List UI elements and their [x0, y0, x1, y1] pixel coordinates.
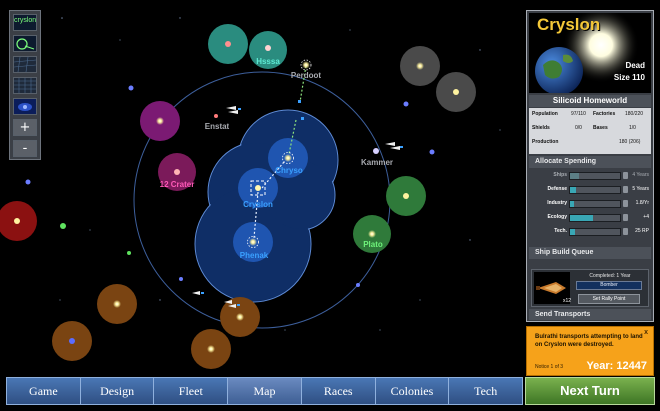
notice-close-button[interactable]: x — [644, 329, 648, 336]
system-label-cryslon: Cryslon — [243, 200, 273, 209]
alloc-label: Ecology — [547, 214, 567, 220]
ship-count: x12 — [563, 298, 572, 304]
nav-tech[interactable]: Tech — [448, 377, 524, 405]
stat-population-value: 97/110 — [571, 111, 586, 117]
stat-factories-label: Factories — [593, 111, 616, 117]
year-display: Year: 12447 — [586, 360, 647, 372]
system-label-enstat: Enstat — [205, 122, 230, 131]
nav-colonies[interactable]: Colonies — [374, 377, 449, 405]
notice-text: Bulrathi transports attempting to land o… — [535, 334, 643, 348]
next-turn-button[interactable]: Next Turn — [525, 377, 655, 405]
lock-icon[interactable] — [623, 228, 628, 235]
notice-count[interactable]: Notice 1 of 3 — [535, 364, 563, 370]
alloc-slider[interactable] — [569, 228, 621, 236]
alloc-row-defense[interactable]: Defense 5 Years — [531, 185, 649, 195]
alloc-slider[interactable] — [569, 172, 621, 180]
alloc-value: 1.8/Yr — [635, 200, 649, 206]
ship-image[interactable]: x12 — [534, 272, 572, 304]
allocate-spending-header: Allocate Spending — [529, 156, 651, 168]
grid-icon — [13, 56, 37, 73]
ship-build-queue-header: Ship Build Queue — [529, 247, 651, 259]
alloc-value: 4 Years — [632, 172, 649, 178]
fleet-marker — [301, 117, 304, 120]
system-label-hsssa: Hsssa — [256, 57, 280, 66]
alloc-label: Ships — [553, 172, 567, 178]
tool-grid[interactable] — [13, 56, 37, 73]
planet-type: Silicoid Homeworld — [529, 95, 651, 107]
tool-ship-range[interactable] — [13, 35, 37, 52]
system-label-chryso: Chryso — [275, 166, 303, 175]
nav-map[interactable]: Map — [227, 377, 301, 405]
ship-build-box: x12 Completed: 1 Year Bomber Set Rally P… — [531, 269, 649, 307]
stat-bases-label: Bases — [593, 125, 608, 131]
main-nav: Game Design Fleet Map Races Colonies Tec… — [6, 377, 524, 405]
send-transports-button[interactable]: Send Transports — [529, 309, 651, 320]
zoom-in-button[interactable]: + — [13, 119, 37, 136]
lock-icon[interactable] — [623, 200, 628, 207]
stat-factories-value: 180/220 — [625, 111, 644, 117]
alloc-label: Defense — [547, 186, 567, 192]
lock-icon[interactable] — [623, 172, 628, 179]
notice-box: x Bulrathi transports attempting to land… — [526, 326, 654, 376]
alloc-value: +4 — [643, 214, 649, 220]
system-label-plato: Plato — [363, 240, 383, 249]
lock-icon[interactable] — [623, 214, 628, 221]
alloc-row-ships[interactable]: Ships 4 Years — [531, 171, 649, 181]
nav-races[interactable]: Races — [300, 377, 375, 405]
nav-design[interactable]: Design — [79, 377, 154, 405]
stat-bases-value: 1/0 — [629, 125, 636, 131]
planet-size: Size 110 — [613, 73, 645, 82]
fleet-marker — [298, 100, 301, 103]
build-completed: Completed: 1 Year — [589, 273, 631, 279]
tool-grid-dense[interactable] — [13, 77, 37, 94]
tool-planet-name[interactable]: cryslon — [13, 14, 37, 31]
grid-dense-icon — [14, 78, 36, 93]
system-label-perdoot: Perdoot — [291, 71, 322, 80]
alloc-slider[interactable] — [569, 214, 621, 222]
planet-name: Cryslon — [537, 15, 601, 34]
alloc-value: 25 RP — [635, 228, 649, 234]
tool-galaxy-view[interactable] — [13, 98, 37, 115]
range-icon — [16, 38, 35, 50]
stat-production-value: 180 (206) — [619, 139, 641, 145]
planet-panel: Cryslon Dead Size 110 Silicoid Homeworld… — [526, 10, 654, 322]
stat-shields-label: Shields — [532, 125, 550, 131]
nav-game[interactable]: Game — [6, 377, 80, 405]
alloc-row-tech[interactable]: Tech. 25 RP — [531, 227, 649, 237]
planet-view: Cryslon Dead Size 110 — [529, 13, 651, 93]
map-tool-column: cryslon + - — [9, 10, 41, 160]
planet-status: Dead — [625, 61, 645, 70]
alloc-label: Tech. — [554, 228, 567, 234]
system-label-kammer: Kammer — [361, 158, 393, 167]
planet-stats: Population 97/110 Factories 180/220 Shie… — [529, 108, 651, 154]
galaxy-icon — [18, 103, 32, 111]
stat-shields-value: 0/0 — [575, 125, 582, 131]
stat-population-label: Population — [532, 111, 558, 117]
stat-production-label: Production — [532, 139, 559, 145]
system-label-12-crater: 12 Crater — [160, 180, 195, 189]
lock-icon[interactable] — [623, 186, 628, 193]
tool-planet-name-label: cryslon — [14, 17, 37, 24]
zoom-out-button[interactable]: - — [13, 140, 37, 157]
alloc-row-ecology[interactable]: Ecology +4 — [531, 213, 649, 223]
system-label-phenak: Phenak — [240, 251, 269, 260]
alloc-label: Industry — [547, 200, 567, 206]
alloc-value: 5 Years — [632, 186, 649, 192]
alloc-row-industry[interactable]: Industry 1.8/Yr — [531, 199, 649, 209]
ship-design-select[interactable]: Bomber — [576, 281, 642, 290]
alloc-slider[interactable] — [569, 200, 621, 208]
alloc-slider[interactable] — [569, 186, 621, 194]
game-screen: Hsssa Perdoot Enstat 12 Crater Kammer Ch… — [0, 0, 660, 411]
nav-fleet[interactable]: Fleet — [153, 377, 228, 405]
set-rally-point-button[interactable]: Set Rally Point — [578, 294, 640, 304]
